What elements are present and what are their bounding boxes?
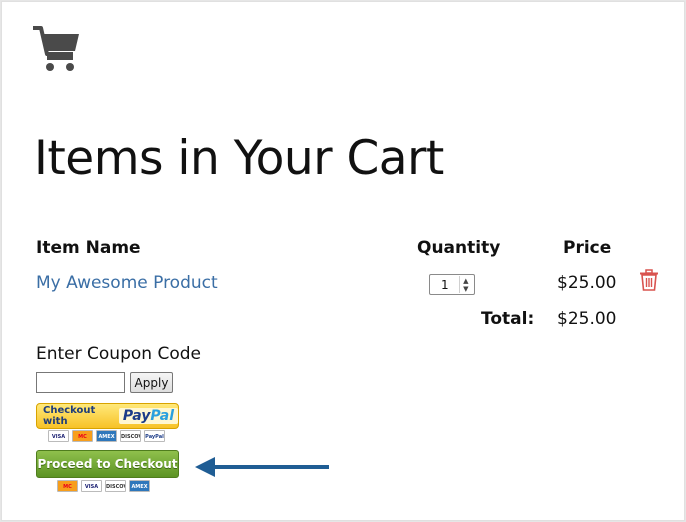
- quantity-value: 1: [441, 277, 449, 292]
- visa-card-icon: VISA: [81, 480, 102, 492]
- page-title: Items in Your Cart: [34, 131, 444, 186]
- product-link[interactable]: My Awesome Product: [36, 273, 218, 293]
- discover-card-icon: DISCOVER: [120, 430, 141, 442]
- chevron-down-icon[interactable]: ▼: [463, 285, 468, 293]
- amex-card-icon: AMEX: [129, 480, 150, 492]
- paypal-logo: PayPal: [118, 408, 178, 424]
- amex-card-icon: AMEX: [96, 430, 117, 442]
- apply-coupon-button[interactable]: Apply: [130, 372, 173, 393]
- chevron-up-icon[interactable]: ▲: [463, 277, 468, 285]
- total-label: Total:: [481, 309, 535, 329]
- quantity-stepper[interactable]: 1 ▲ ▼: [429, 274, 475, 295]
- paypal-accepted-cards: VISA MC AMEX DISCOVER PayPal: [48, 430, 165, 442]
- discover-card-icon: DISCOVER: [105, 480, 126, 492]
- trash-icon[interactable]: [639, 269, 659, 291]
- item-price: $25.00: [557, 273, 617, 293]
- mastercard-icon: MC: [72, 430, 93, 442]
- column-header-item-name: Item Name: [36, 238, 141, 258]
- mastercard-icon: MC: [57, 480, 78, 492]
- quantity-spinner[interactable]: ▲ ▼: [458, 276, 472, 293]
- total-value: $25.00: [557, 309, 617, 329]
- coupon-label: Enter Coupon Code: [36, 344, 201, 364]
- shopping-cart-icon: [33, 26, 79, 71]
- checkout-accepted-cards: MC VISA DISCOVER AMEX: [57, 480, 150, 492]
- column-header-price: Price: [563, 238, 612, 258]
- visa-card-icon: VISA: [48, 430, 69, 442]
- column-header-quantity: Quantity: [417, 238, 501, 258]
- cart-page: Items in Your Cart Item Name Quantity Pr…: [1, 1, 685, 521]
- coupon-code-input[interactable]: [36, 372, 125, 393]
- checkout-with-paypal-button[interactable]: Checkout with PayPal: [36, 403, 179, 429]
- paypal-button-label: Checkout with: [43, 405, 96, 427]
- arrow-left-icon: [195, 457, 329, 477]
- paypal-card-icon: PayPal: [144, 430, 165, 442]
- proceed-to-checkout-button[interactable]: Proceed to Checkout: [36, 450, 179, 478]
